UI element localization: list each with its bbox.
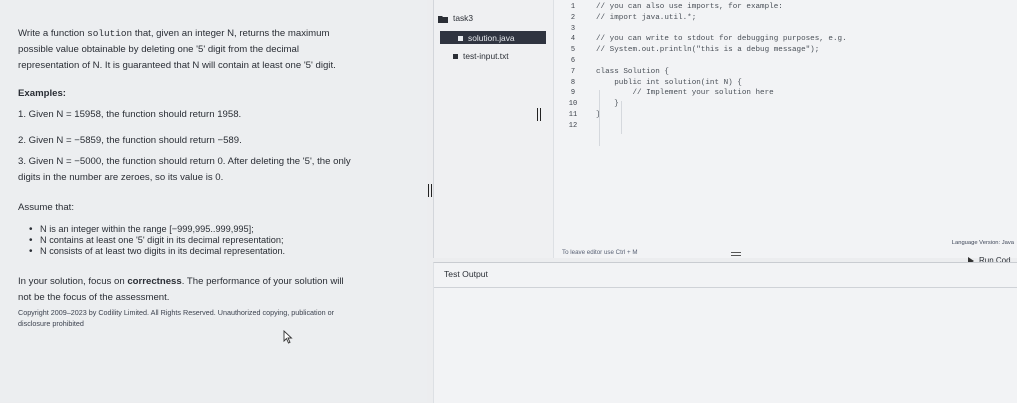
task-intro-line-3: representation of N. It is guaranteed th…	[18, 60, 336, 71]
assumption-item: N consists of at least two digits in its…	[29, 246, 285, 257]
code-line[interactable]: // you can also use imports, for example…	[596, 3, 783, 11]
assumption-item: N contains at least one '5' digit in its…	[29, 235, 284, 246]
file-tree-panel: task3 solution.java test-input.txt	[433, 0, 554, 258]
example-3-line-2: digits in the number are zeroes, so its …	[18, 172, 224, 183]
output-divider	[434, 287, 1017, 288]
tab-test-output[interactable]: Test Output	[444, 269, 488, 279]
assumption-item: N is an integer within the range [−999,9…	[29, 224, 254, 235]
tree-file-test-input[interactable]: test-input.txt	[453, 51, 509, 61]
file-icon	[458, 36, 463, 42]
code-line[interactable]: // Implement your solution here	[596, 89, 773, 97]
line-number: 8	[570, 78, 576, 87]
line-number: 2	[570, 13, 576, 22]
folder-icon	[438, 15, 448, 23]
example-2: 2. Given N = −5859, the function should …	[18, 135, 242, 146]
task-intro-line-1: Write a function solution that, given an…	[18, 27, 329, 40]
line-number: 12	[568, 121, 578, 130]
code-line[interactable]: // System.out.println("this is a debug m…	[596, 46, 819, 54]
line-number: 5	[570, 46, 576, 55]
indent-guide	[621, 101, 622, 134]
line-number: 10	[568, 100, 578, 109]
tree-file-solution-java[interactable]: solution.java	[440, 31, 546, 44]
file-icon	[453, 54, 458, 60]
code-line[interactable]: // import java.util.*;	[596, 14, 696, 22]
line-number: 6	[570, 57, 576, 65]
focus-emphasis: correctness	[127, 276, 182, 287]
focus-text: . The performance of your solution will	[181, 276, 344, 287]
line-number: 9	[570, 89, 576, 98]
assume-heading: Assume that:	[18, 202, 74, 213]
tree-resize-handle[interactable]	[537, 108, 541, 121]
file-label: test-input.txt	[463, 51, 509, 61]
copyright-line-1: Copyright 2009–2023 by Codility Limited.…	[18, 308, 335, 317]
focus-text: In your solution, focus on	[18, 276, 128, 287]
code-line[interactable]: class Solution {	[596, 68, 669, 76]
line-number: 1	[570, 3, 576, 11]
intro-text: that, given an integer N, returns the ma…	[132, 28, 330, 39]
editor-exit-hint: To leave editor use Ctrl + M	[562, 249, 638, 256]
example-3-line-1: 3. Given N = −5000, the function should …	[18, 156, 351, 167]
focus-line-1: In your solution, focus on correctness. …	[18, 275, 344, 288]
examples-heading: Examples:	[18, 88, 66, 99]
task-description-panel: Write a function solution that, given an…	[0, 0, 427, 402]
focus-line-2: not be the focus of the assessment.	[18, 292, 170, 303]
folder-label: task3	[453, 13, 474, 23]
line-number: 7	[570, 67, 576, 76]
description-resize-handle[interactable]	[428, 184, 432, 197]
test-output-panel: Test Output	[433, 262, 1017, 403]
code-line[interactable]: public int solution(int N) {	[596, 79, 742, 87]
file-label: solution.java	[468, 33, 515, 43]
language-version-label: Language Version: Java	[951, 240, 1014, 246]
mouse-cursor-icon	[283, 330, 293, 344]
code-editor[interactable]: 1 2 3 4 5 6 7 8 9 10 11 12 // you can also use impo…	[553, 0, 1017, 258]
function-name-code: solution	[87, 28, 133, 39]
example-1: 1. Given N = 15958, the function should …	[18, 109, 242, 120]
code-line[interactable]: // you can write to stdout for debugging…	[596, 35, 847, 43]
line-number: 3	[570, 24, 576, 33]
editor-output-resize-handle[interactable]	[731, 252, 741, 256]
copyright-line-2: disclosure prohibited	[18, 319, 84, 328]
line-number: 4	[570, 35, 576, 44]
intro-text: Write a function	[18, 28, 88, 39]
indent-guide	[599, 90, 600, 146]
line-number: 11	[568, 111, 578, 119]
tree-folder-task3[interactable]: task3	[438, 13, 473, 23]
task-intro-line-2: possible value obtainable by deleting on…	[18, 44, 299, 55]
